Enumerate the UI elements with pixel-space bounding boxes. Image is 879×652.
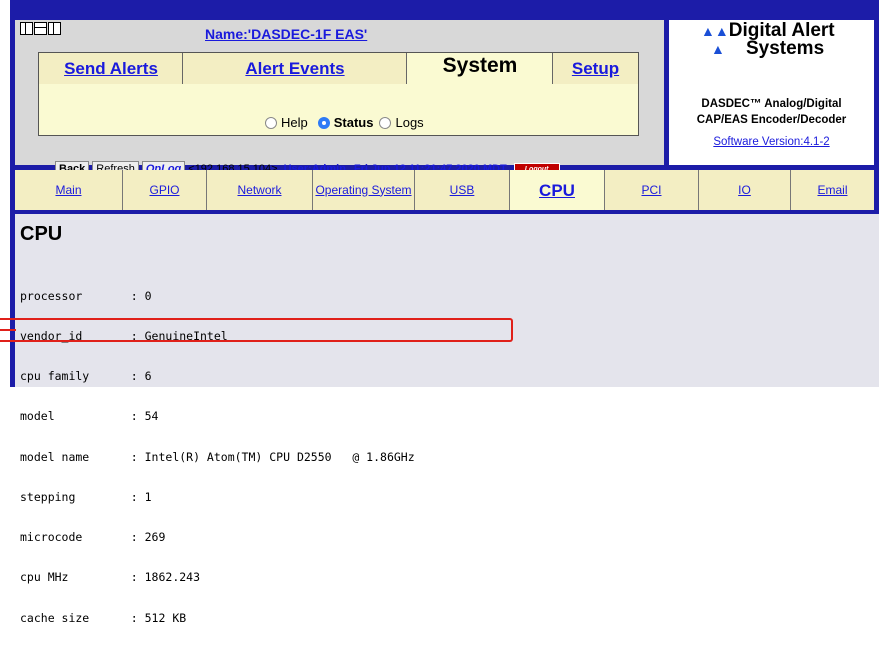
cpu-info-line: cpu family : 6: [20, 369, 152, 384]
view-radio-group: Help Status Logs: [265, 115, 424, 130]
subnav-operating-system[interactable]: Operating System: [313, 170, 415, 210]
logo-line2: Systems: [745, 38, 825, 59]
frame-split-icon[interactable]: [48, 22, 61, 35]
frame-split-vertical-icon[interactable]: [20, 22, 33, 35]
subnav-gpio[interactable]: GPIO: [123, 170, 207, 210]
subnav-network[interactable]: Network: [207, 170, 313, 210]
system-subnav: Main GPIO Network Operating System USB C…: [15, 170, 874, 210]
subnav-usb[interactable]: USB: [415, 170, 510, 210]
cpu-info-line: cpu MHz : 1862.243: [20, 570, 201, 585]
subnav-main[interactable]: Main: [15, 170, 123, 210]
product-line2: CAP/EAS Encoder/Decoder: [696, 114, 847, 126]
status-radio[interactable]: [317, 116, 330, 129]
logo-triangle-small-icon: ▲: [711, 41, 725, 57]
software-version-link[interactable]: Software Version:4.1-2: [669, 136, 874, 148]
help-radio-label: Help: [281, 115, 308, 130]
device-name-link[interactable]: Name:'DASDEC-1F EAS': [205, 26, 367, 42]
subnav-io[interactable]: IO: [699, 170, 791, 210]
logs-radio[interactable]: [379, 116, 392, 129]
model-name-highlight: [0, 318, 513, 342]
help-radio[interactable]: [265, 116, 277, 129]
cpu-info-line: cache size : 512 KB: [20, 610, 187, 625]
header-panel: Name:'DASDEC-1F EAS' Send Alerts Alert E…: [15, 20, 664, 177]
cpu-info-line: stepping : 1: [20, 489, 152, 504]
subnav-email[interactable]: Email: [791, 170, 874, 210]
product-line1: DASDEC™ Analog/Digital: [701, 98, 842, 110]
frame-toggle-icons: [20, 22, 61, 35]
cpu-info-line: model name : Intel(R) Atom(TM) CPU D2550…: [20, 449, 415, 464]
frame-split-horizontal-icon[interactable]: [34, 22, 47, 35]
tab-send-alerts[interactable]: Send Alerts: [39, 59, 183, 83]
tab-setup[interactable]: Setup: [553, 59, 638, 83]
cpu-info-line: microcode : 269: [20, 530, 166, 545]
status-radio-label: Status: [333, 115, 374, 130]
cpu-info-line: processor : 0: [20, 288, 152, 303]
subnav-cpu-label: CPU: [539, 180, 575, 200]
subnav-cpu[interactable]: CPU: [510, 170, 605, 210]
product-description: DASDEC™ Analog/Digital CAP/EAS Encoder/D…: [669, 96, 874, 128]
brand-panel: ▲▲Digital Alert ▲ Systems DASDEC™ Analog…: [669, 20, 874, 165]
logs-radio-label: Logs: [395, 115, 424, 130]
tab-alert-events[interactable]: Alert Events: [183, 59, 407, 83]
tab-system[interactable]: System: [407, 54, 553, 78]
company-logo: ▲▲Digital Alert ▲ Systems: [701, 21, 835, 59]
main-tab-box: Send Alerts Alert Events System Setup He…: [38, 52, 639, 136]
logo-triangle-icon: ▲▲: [701, 23, 729, 39]
cpu-info-line: model : 54: [20, 409, 159, 424]
cpu-info-panel: CPU processor : 0 vendor_id : GenuineInt…: [15, 214, 879, 624]
subnav-pci[interactable]: PCI: [605, 170, 699, 210]
page-title: CPU: [20, 223, 63, 245]
